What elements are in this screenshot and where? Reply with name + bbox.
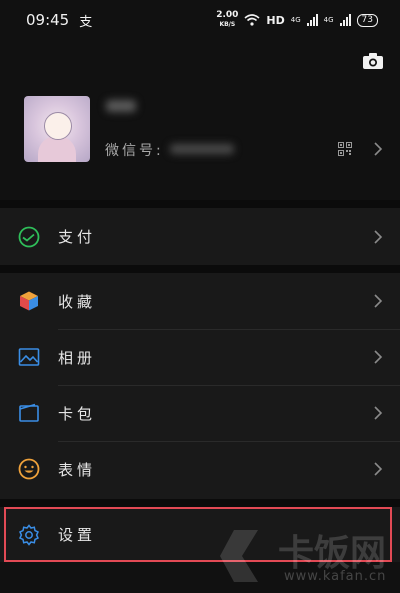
menu-item-pay-label: 支付: [58, 228, 97, 246]
signal-1-bars-icon: [306, 14, 318, 26]
status-bar: 09:45 支 2.00 KB/S HD 4G 4G 73: [0, 0, 400, 40]
section-separator: [0, 200, 400, 208]
battery-indicator: 73: [356, 13, 378, 27]
chevron-right-icon[interactable]: [373, 142, 383, 156]
network-speed-unit: KB/S: [219, 21, 236, 28]
menu-item-pay[interactable]: 支付: [0, 208, 400, 265]
wechat-id-label: 微信号:: [105, 143, 164, 159]
signal-2-label: 4G: [323, 16, 334, 24]
menu-item-album-label: 相册: [58, 348, 97, 367]
menu-item-cards-label: 卡包: [58, 404, 97, 423]
smiley-icon: [18, 458, 40, 480]
wallet-icon: [19, 403, 39, 422]
image-icon: [18, 348, 40, 366]
chevron-right-icon: [374, 229, 383, 244]
menu-item-cards[interactable]: 卡包: [0, 385, 400, 441]
status-time: 09:45: [26, 11, 70, 29]
main-menu-section: 收藏 相册 卡包 表情: [0, 273, 400, 499]
camera-icon[interactable]: [362, 52, 384, 70]
menu-item-stickers-label: 表情: [58, 460, 97, 479]
pay-section: 支付: [0, 208, 400, 265]
wechat-id-blurred: [170, 144, 234, 154]
menu-item-stickers[interactable]: 表情: [0, 441, 400, 497]
chevron-right-icon: [374, 350, 383, 364]
section-separator: [0, 499, 400, 507]
chevron-right-icon: [374, 294, 383, 308]
watermark-url: www.kafan.cn: [284, 569, 387, 584]
network-speed-value: 2.00: [216, 10, 239, 20]
chevron-right-icon: [374, 462, 383, 476]
chevron-right-icon: [374, 406, 383, 420]
wifi-icon: [244, 14, 260, 26]
signal-1-label: 4G: [290, 16, 301, 24]
menu-item-favorites[interactable]: 收藏: [0, 273, 400, 329]
profile-header[interactable]: 微信号:: [0, 80, 400, 200]
avatar[interactable]: [24, 96, 90, 162]
status-notification-glyph: 支: [79, 14, 93, 30]
hd-indicator: HD: [266, 13, 285, 27]
avatar-face: [44, 112, 72, 140]
cube-icon: [20, 291, 38, 311]
section-separator: [0, 265, 400, 273]
wechat-pay-icon: [18, 226, 40, 247]
menu-item-album[interactable]: 相册: [0, 329, 400, 385]
nickname-blurred: [106, 100, 136, 112]
qr-code-icon[interactable]: [338, 142, 352, 156]
menu-item-favorites-label: 收藏: [58, 292, 97, 311]
signal-2-bars-icon: [339, 14, 351, 26]
network-speed: 2.00 KB/S: [216, 11, 238, 29]
